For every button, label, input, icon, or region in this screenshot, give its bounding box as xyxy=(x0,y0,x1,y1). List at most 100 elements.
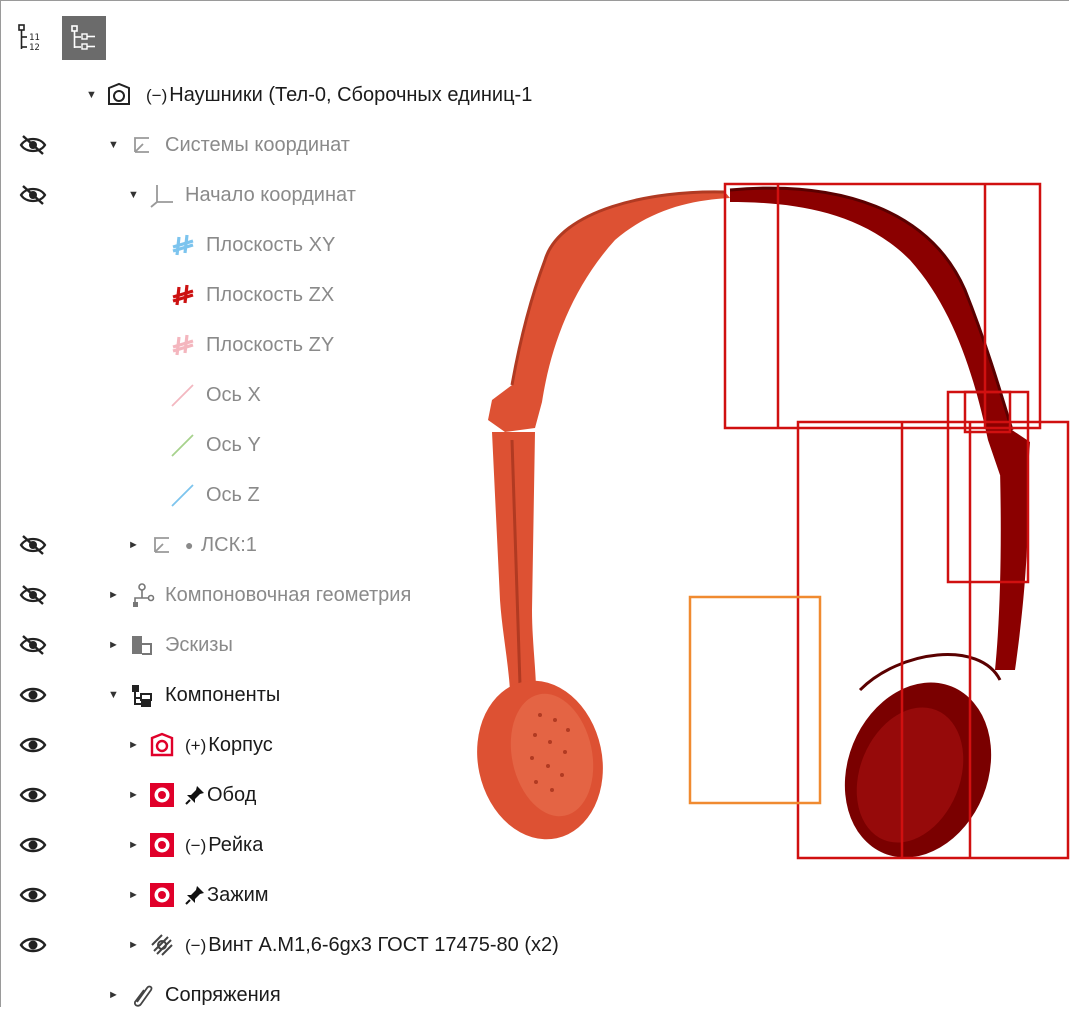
tree-view-icon xyxy=(71,25,95,50)
vint-icon xyxy=(147,932,177,958)
visibility-eye-icon[interactable] xyxy=(18,782,48,808)
tree-node-plane-xy[interactable]: Плоскость XY xyxy=(0,220,640,270)
svg-text:11: 11 xyxy=(29,33,40,43)
collapse-arrow-icon[interactable]: ► xyxy=(128,538,139,552)
visibility-hidden-icon[interactable] xyxy=(18,582,48,608)
tree-node-label: Начало координат xyxy=(185,182,356,208)
axis-z-icon xyxy=(168,482,198,508)
node-text: Плоскость ZX xyxy=(206,284,335,306)
tree-node-label: (−) Наушники (Тел-0, Сборочных единиц-1 xyxy=(146,82,612,108)
expand-arrow-icon[interactable]: ▼ xyxy=(128,188,139,202)
tree-node-axis-z[interactable]: Ось Z xyxy=(0,470,640,520)
tree-node-label: Компоненты xyxy=(165,682,280,708)
tree-node-label: Эскизы xyxy=(165,632,233,658)
tree-node-vint[interactable]: ► (−) Винт А.М1,6-6gx3 ГОСТ 17475-80 (x2) xyxy=(0,920,640,970)
expand-arrow-icon[interactable]: ▼ xyxy=(108,688,119,702)
svg-text:12: 12 xyxy=(29,43,40,53)
visibility-hidden-icon[interactable] xyxy=(18,632,48,658)
tree-node-origin[interactable]: ▼ Начало координат xyxy=(0,170,640,220)
visibility-eye-icon[interactable] xyxy=(18,882,48,908)
node-text: Обод xyxy=(207,784,257,806)
tree-node-components[interactable]: ▼ Компоненты xyxy=(0,670,640,720)
bullet-icon: ● xyxy=(185,537,194,553)
tree-node-label: Зажим xyxy=(207,882,269,908)
list-view-icon: 11 12 xyxy=(18,24,40,53)
visibility-eye-icon[interactable] xyxy=(18,732,48,758)
tree-node-lsk[interactable]: ► ● ЛСК:1 xyxy=(0,520,640,570)
tree-node-korpus[interactable]: ► (+) Корпус xyxy=(0,720,640,770)
node-text: Винт А.М1,6-6gx3 ГОСТ 17475-80 (x2) xyxy=(208,934,559,956)
lsk-icon xyxy=(147,532,177,558)
tree-node-root[interactable]: ▼ (−) Наушники (Тел-0, Сборочных единиц-1 xyxy=(0,70,640,120)
collapse-arrow-icon[interactable]: ► xyxy=(108,988,119,1002)
tree-node-cs[interactable]: ▼ Системы координат xyxy=(0,120,640,170)
tree-node-obod[interactable]: ► Обод xyxy=(0,770,640,820)
expand-arrow-icon[interactable]: ▼ xyxy=(108,138,119,152)
visibility-eye-icon[interactable] xyxy=(18,682,48,708)
tree-node-label: Ось X xyxy=(206,382,261,408)
node-text: Плоскость ZY xyxy=(206,334,335,356)
node-text: Ось Y xyxy=(206,434,261,456)
layout-geom-icon xyxy=(127,582,157,608)
tree-node-label: Компоновочная геометрия xyxy=(165,582,411,608)
node-text: Ось X xyxy=(206,384,261,406)
tree-node-plane-zx[interactable]: Плоскость ZX xyxy=(0,270,640,320)
plane-xy-icon xyxy=(168,232,198,258)
node-state: (−) xyxy=(185,836,207,855)
list-view-button[interactable]: 11 12 xyxy=(10,16,54,60)
collapse-arrow-icon[interactable]: ► xyxy=(128,938,139,952)
origin-icon xyxy=(147,182,177,208)
node-state: (−) xyxy=(146,86,168,105)
reyka-icon xyxy=(147,832,177,858)
collapse-arrow-icon[interactable]: ► xyxy=(128,738,139,752)
pin-icon xyxy=(183,782,207,808)
korpus-icon xyxy=(147,732,177,758)
tree-node-layout-geom[interactable]: ► Компоновочная геометрия xyxy=(0,570,640,620)
tree-node-plane-zy[interactable]: Плоскость ZY xyxy=(0,320,640,370)
tree-node-axis-x[interactable]: Ось X xyxy=(0,370,640,420)
visibility-hidden-icon[interactable] xyxy=(18,182,48,208)
tree-node-zazhim[interactable]: ► Зажим xyxy=(0,870,640,920)
axis-y-icon xyxy=(168,432,198,458)
tree-node-reyka[interactable]: ► (−) Рейка xyxy=(0,820,640,870)
tree-node-label: (−) Винт А.М1,6-6gx3 ГОСТ 17475-80 (x2) xyxy=(185,932,559,958)
tree-node-label: Сопряжения xyxy=(165,982,281,1008)
tree-node-label: Ось Z xyxy=(206,482,260,508)
expand-arrow-icon[interactable]: ▼ xyxy=(86,88,97,102)
visibility-eye-icon[interactable] xyxy=(18,832,48,858)
collapse-arrow-icon[interactable]: ► xyxy=(128,788,139,802)
tree-node-label: ЛСК:1 xyxy=(201,532,257,558)
node-text: Наушники (Тел-0, Сборочных единиц-1 xyxy=(169,84,533,106)
tree-node-label: Плоскость ZY xyxy=(206,332,334,358)
visibility-hidden-icon[interactable] xyxy=(18,132,48,158)
node-text: ЛСК:1 xyxy=(201,534,257,556)
visibility-eye-icon[interactable] xyxy=(18,932,48,958)
visibility-hidden-icon[interactable] xyxy=(18,532,48,558)
node-text: Системы координат xyxy=(165,134,350,156)
tree-node-mates[interactable]: ► Сопряжения xyxy=(0,970,640,1020)
tree-node-label: Системы координат xyxy=(165,132,350,158)
tree-node-label: (−) Рейка xyxy=(185,832,263,858)
plane-zy-icon xyxy=(168,332,198,358)
pin-icon xyxy=(183,882,207,908)
tree-node-label: (+) Корпус xyxy=(185,732,273,758)
collapse-arrow-icon[interactable]: ► xyxy=(128,838,139,852)
node-text: Зажим xyxy=(207,884,269,906)
collapse-arrow-icon[interactable]: ► xyxy=(108,638,119,652)
components-icon xyxy=(127,682,157,708)
tree-node-axis-y[interactable]: Ось Y xyxy=(0,420,640,470)
collapse-arrow-icon[interactable]: ► xyxy=(108,588,119,602)
node-text: Рейка xyxy=(208,834,264,856)
node-text: Корпус xyxy=(208,734,273,756)
node-text: Начало координат xyxy=(185,184,356,206)
node-text: Компоненты xyxy=(165,684,281,706)
collapse-arrow-icon[interactable]: ► xyxy=(128,888,139,902)
tree-view-button[interactable] xyxy=(62,16,106,60)
tree-node-sketches[interactable]: ► Эскизы xyxy=(0,620,640,670)
plane-zx-icon xyxy=(168,282,198,308)
assembly-icon xyxy=(104,82,134,108)
mates-icon xyxy=(127,982,157,1008)
tree-node-label: Плоскость XY xyxy=(206,232,335,258)
node-text: Компоновочная геометрия xyxy=(165,584,412,606)
node-text: Плоскость XY xyxy=(206,234,336,256)
